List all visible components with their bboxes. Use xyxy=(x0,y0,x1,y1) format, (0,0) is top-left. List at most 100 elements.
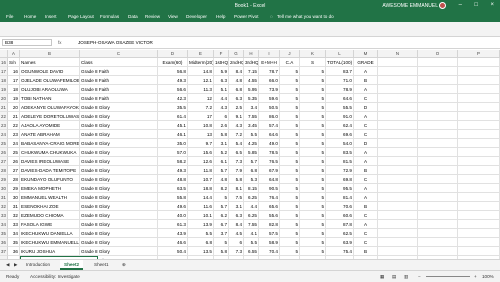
grid-cell[interactable]: 56.8 xyxy=(158,67,188,76)
grid-cell[interactable]: 8.2 xyxy=(214,184,229,193)
grid-cell[interactable]: 5.8 xyxy=(214,247,229,256)
grid-cell[interactable] xyxy=(378,220,418,229)
grid-cell[interactable]: 5 xyxy=(300,76,326,85)
grid-cell[interactable]: 55.8 xyxy=(158,193,188,202)
grid-cell[interactable] xyxy=(378,148,418,157)
grid-cell[interactable] xyxy=(418,247,458,256)
grid-cell[interactable] xyxy=(458,148,500,157)
grid-cell[interactable]: 26 xyxy=(8,157,20,166)
grid-cell[interactable]: 78.9 xyxy=(326,85,354,94)
view-normal-icon[interactable]: ▦ xyxy=(380,274,384,280)
grid-cell[interactable]: 7.2 xyxy=(188,103,214,112)
grid-cell[interactable] xyxy=(458,112,500,121)
grid-cell[interactable]: 8.4 xyxy=(229,67,244,76)
grid-cell[interactable]: 12.1 xyxy=(188,76,214,85)
grid-cell[interactable] xyxy=(378,247,418,256)
grid-cell[interactable]: 5 xyxy=(280,220,300,229)
grade-cell[interactable]: A xyxy=(354,157,378,166)
menu-page-layout[interactable]: Page Layout xyxy=(68,14,94,19)
student-name-cell[interactable]: IKURU JOSHUA xyxy=(20,247,80,256)
grid-cell[interactable]: Grade 8 Glory xyxy=(80,193,158,202)
grid-cell[interactable]: 42.3 xyxy=(158,94,188,103)
grid-cell[interactable]: 5 xyxy=(300,121,326,130)
grid-cell[interactable]: 57.4 xyxy=(259,121,280,130)
column-header[interactable]: K xyxy=(300,50,326,58)
grid-cell[interactable]: 7.3 xyxy=(229,247,244,256)
grid-cell[interactable]: 8.4 xyxy=(229,220,244,229)
grid-cell[interactable]: 72.9 xyxy=(326,166,354,175)
grid-cell[interactable]: 19 xyxy=(8,94,20,103)
grid-cell[interactable]: 40.0 xyxy=(158,211,188,220)
grid-cell[interactable]: 5 xyxy=(300,202,326,211)
grid-cell[interactable]: 63.5 xyxy=(158,184,188,193)
grid-cell[interactable]: 35 xyxy=(8,238,20,247)
grid-cell[interactable]: 57.0 xyxy=(158,148,188,157)
grid-cell[interactable]: 56.6 xyxy=(158,85,188,94)
grid-cell[interactable] xyxy=(418,58,458,67)
grid-cell[interactable]: 69.6 xyxy=(326,130,354,139)
grid-cell[interactable]: Grade 8 Glory xyxy=(80,247,158,256)
menu-review[interactable]: Review xyxy=(145,14,160,19)
grid-cell[interactable]: 3.45 xyxy=(244,121,259,130)
grid-cell[interactable]: Grade 8 Glory xyxy=(80,202,158,211)
grid-cell[interactable]: 5 xyxy=(300,247,326,256)
grid-cell[interactable] xyxy=(458,184,500,193)
column-header[interactable]: C xyxy=(80,50,158,58)
grid-cell[interactable]: 4.25 xyxy=(244,139,259,148)
grid-cell[interactable] xyxy=(378,184,418,193)
grid-cell[interactable]: 10.7 xyxy=(188,175,214,184)
zoom-level[interactable]: 100% xyxy=(482,274,494,279)
grid-cell[interactable]: 45.1 xyxy=(158,121,188,130)
name-box[interactable]: B38 xyxy=(2,39,52,46)
grid-cell[interactable]: 7.55 xyxy=(244,220,259,229)
grid-cell[interactable]: 83.5 xyxy=(326,148,354,157)
grid-cell[interactable]: 86.0 xyxy=(259,112,280,121)
grid-cell[interactable]: Grade 8 Glory xyxy=(80,229,158,238)
grade-cell[interactable]: A xyxy=(354,85,378,94)
grid-cell[interactable]: 6.8 xyxy=(188,238,214,247)
grid-cell[interactable]: 6.3 xyxy=(214,76,229,85)
grid-cell[interactable]: 18.8 xyxy=(188,184,214,193)
grid-cell[interactable]: 29 xyxy=(8,184,20,193)
grid-cell[interactable]: 5 xyxy=(300,94,326,103)
grid-cell[interactable]: 5 xyxy=(300,103,326,112)
grid-cell[interactable]: 5.35 xyxy=(244,94,259,103)
grid-cell[interactable]: Grade 8 Glory xyxy=(80,211,158,220)
view-pagebreak-icon[interactable]: ▥ xyxy=(404,274,408,280)
grid-cell[interactable]: 5 xyxy=(280,157,300,166)
grid-cell[interactable]: Grade 8 Glory xyxy=(80,157,158,166)
grid-cell[interactable] xyxy=(458,175,500,184)
grid-cell[interactable]: 95.5 xyxy=(326,184,354,193)
grid-cell[interactable] xyxy=(458,58,500,67)
column-header[interactable]: B xyxy=(20,50,80,58)
grid-cell[interactable]: 67.9 xyxy=(259,166,280,175)
grid-cell[interactable]: 8.1 xyxy=(229,184,244,193)
grid-cell[interactable] xyxy=(458,85,500,94)
grid-cell[interactable]: 6 xyxy=(229,238,244,247)
grid-cell[interactable]: 4.55 xyxy=(244,76,259,85)
grid-cell[interactable]: 4.5 xyxy=(229,229,244,238)
row-header[interactable]: 16 xyxy=(0,58,8,67)
grade-cell[interactable]: B xyxy=(354,202,378,211)
grid-cell[interactable] xyxy=(418,112,458,121)
grid-cell[interactable]: 5.7 xyxy=(244,157,259,166)
grid-cell[interactable] xyxy=(458,166,500,175)
row-header[interactable]: 22 xyxy=(0,112,8,121)
grid-cell[interactable]: 13.9 xyxy=(188,220,214,229)
grid-cell[interactable] xyxy=(418,139,458,148)
student-name-cell[interactable]: TOBI NATHAN xyxy=(20,94,80,103)
grid-cell[interactable]: 11.8 xyxy=(188,166,214,175)
grid-cell[interactable]: 91.0 xyxy=(326,112,354,121)
grid-cell[interactable]: 22 xyxy=(8,121,20,130)
student-name-cell[interactable]: EZEMUDO CHIOMA xyxy=(20,211,80,220)
grid-cell[interactable] xyxy=(458,211,500,220)
grid-cell[interactable]: 4.8 xyxy=(229,76,244,85)
zoom-slider[interactable] xyxy=(426,276,470,277)
grid-cell[interactable]: Grade 8 Glory xyxy=(80,121,158,130)
grid-cell[interactable]: 36 xyxy=(8,247,20,256)
grid-cell[interactable]: 6.8 xyxy=(229,85,244,94)
grid-cell[interactable]: 2.6 xyxy=(214,121,229,130)
tab-nav-right-icon[interactable]: ▶ xyxy=(10,260,22,270)
column-header[interactable]: A xyxy=(8,50,20,58)
column-header[interactable]: L xyxy=(326,50,354,58)
